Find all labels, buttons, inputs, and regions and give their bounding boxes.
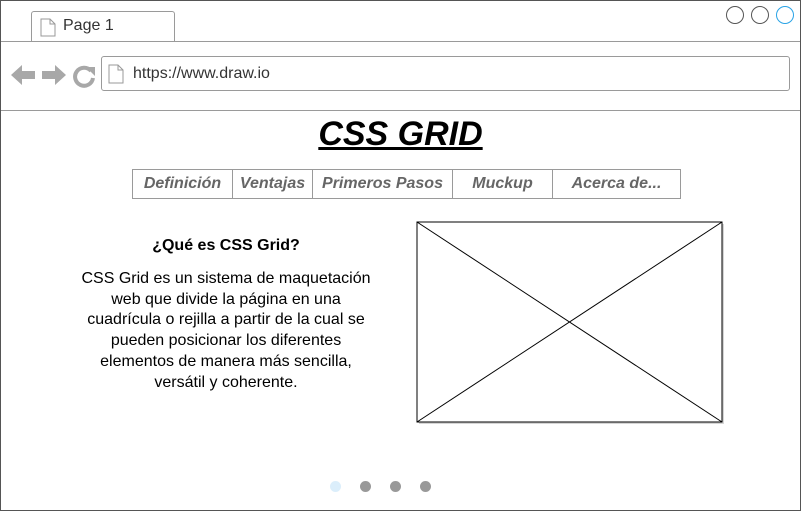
section-body: CSS Grid es un sistema de maquetación we… [81,270,371,391]
tab-label: Page 1 [63,17,114,34]
browser-tab[interactable]: Page 1 [31,11,175,41]
page-title: CSS GRID [318,115,483,153]
carousel-dot[interactable] [390,481,401,492]
nav-menu: Definición Ventajas Primeros Pasos Mucku… [132,169,681,199]
section-heading: ¿Qué es CSS Grid? [152,237,300,254]
page-icon [108,64,124,89]
window-button-3[interactable] [776,6,794,24]
tab-strip: Page 1 [1,1,800,42]
window-button-1[interactable] [726,6,744,24]
url-text: https://www.draw.io [133,65,270,82]
carousel-dot[interactable] [420,481,431,492]
menu-item-definicion[interactable]: Definición [133,170,233,198]
page-icon [40,18,56,42]
menu-item-ventajas[interactable]: Ventajas [233,170,313,198]
navigation-bar: https://www.draw.io [1,42,800,111]
menu-item-primeros-pasos[interactable]: Primeros Pasos [313,170,453,198]
window-button-2[interactable] [751,6,769,24]
carousel-indicators [330,481,440,493]
carousel-dot[interactable] [330,481,341,492]
menu-item-acerca-de[interactable]: Acerca de... [553,170,680,198]
forward-arrow-icon[interactable] [41,64,66,91]
browser-window: Page 1 https://www.draw.io CSS GRID Defi… [0,0,801,511]
image-placeholder [416,221,724,424]
reload-icon[interactable] [72,64,96,93]
back-arrow-icon[interactable] [11,64,36,91]
address-bar[interactable]: https://www.draw.io [101,56,790,91]
menu-item-muckup[interactable]: Muckup [453,170,553,198]
carousel-dot[interactable] [360,481,371,492]
